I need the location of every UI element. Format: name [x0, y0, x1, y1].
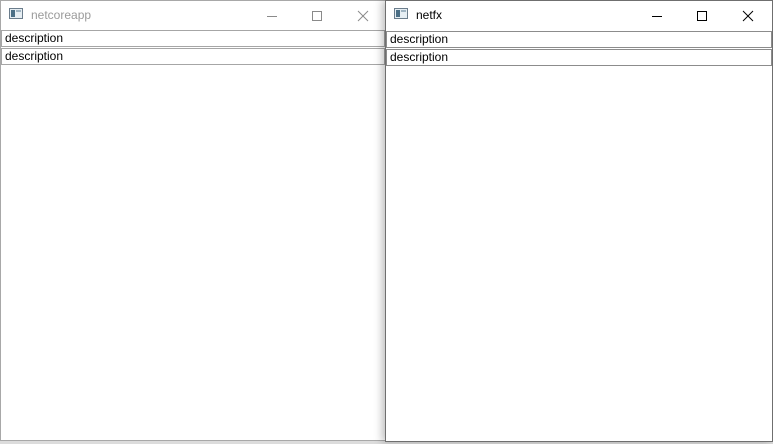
close-button[interactable]	[340, 1, 385, 30]
app-window-icon[interactable]	[9, 8, 23, 19]
description-list: description description	[1, 30, 385, 65]
title-bar[interactable]: netfx	[386, 1, 772, 30]
list-item[interactable]: description	[1, 48, 385, 65]
description-list: description description	[386, 31, 772, 66]
close-icon	[742, 10, 754, 21]
list-item[interactable]: description	[386, 31, 772, 48]
window-title: netfx	[416, 8, 443, 22]
list-item[interactable]: description	[1, 30, 385, 47]
minimize-button[interactable]	[249, 1, 295, 30]
netfx-window[interactable]: netfx description description	[385, 0, 773, 442]
maximize-button[interactable]	[294, 1, 340, 30]
window-title: netcoreapp	[31, 8, 92, 22]
netcoreapp-window[interactable]: netcoreapp description description	[0, 0, 386, 441]
minimize-icon	[267, 15, 277, 17]
list-item[interactable]: description	[386, 49, 772, 66]
maximize-icon	[697, 10, 707, 21]
minimize-icon	[652, 15, 662, 17]
close-icon	[357, 10, 369, 21]
app-window-icon[interactable]	[394, 8, 408, 19]
title-bar[interactable]: netcoreapp	[1, 1, 385, 30]
maximize-button[interactable]	[679, 1, 725, 30]
close-button[interactable]	[725, 1, 771, 30]
maximize-icon	[312, 10, 322, 21]
minimize-button[interactable]	[634, 1, 680, 30]
